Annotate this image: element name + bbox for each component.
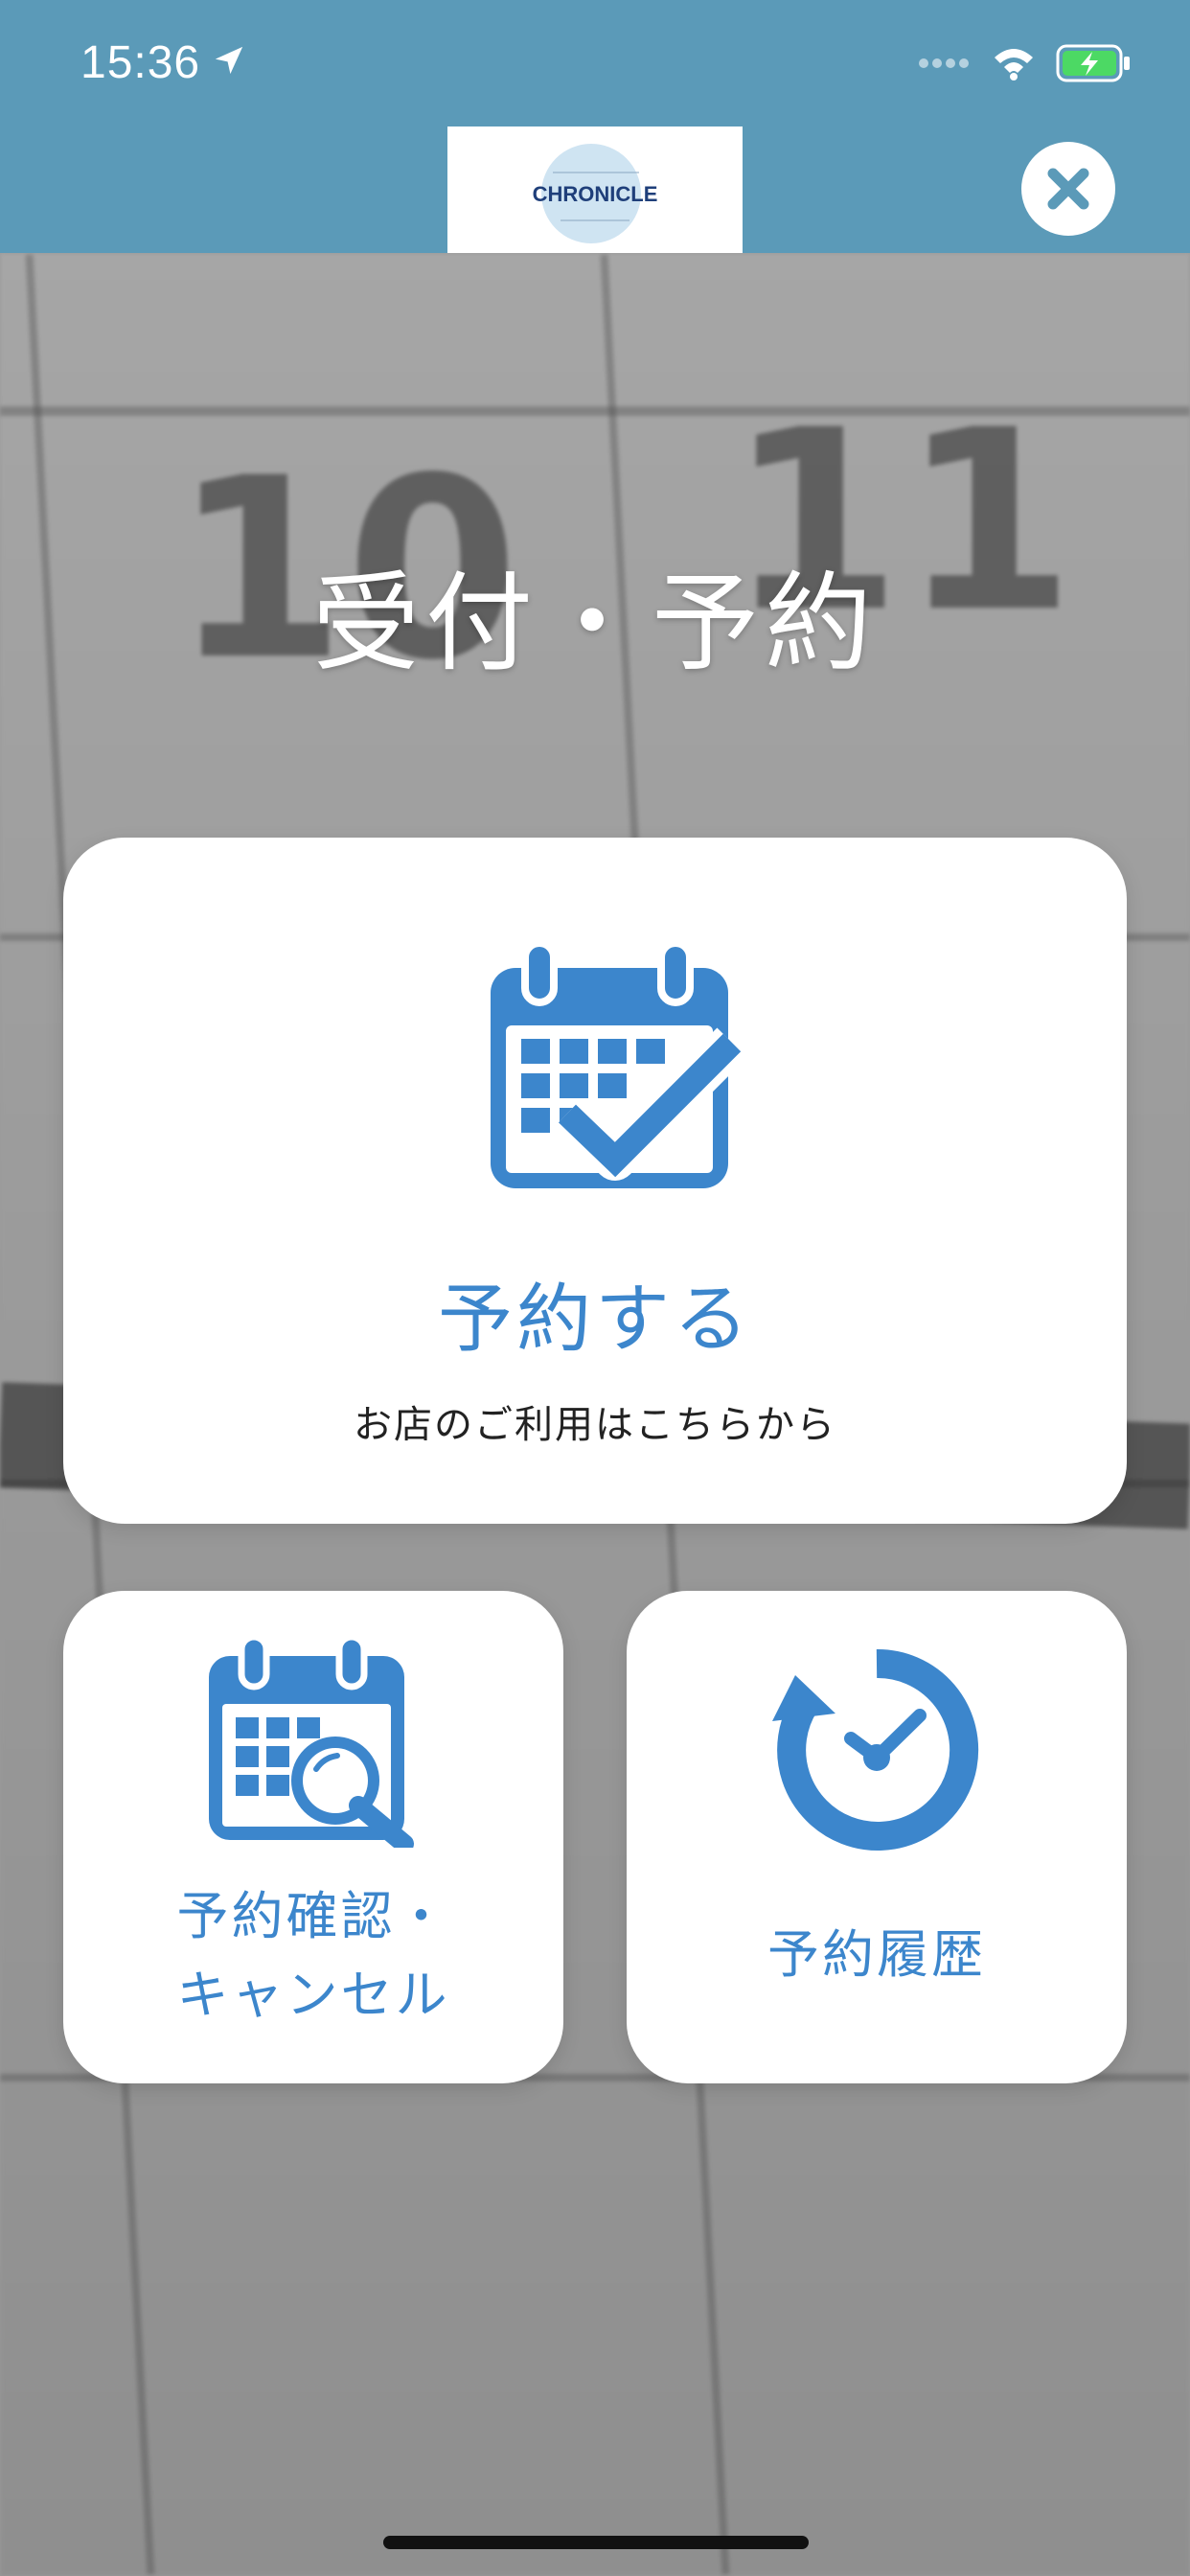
battery-charging-icon	[1056, 44, 1130, 82]
home-indicator[interactable]	[383, 2536, 809, 2549]
calendar-search-icon	[209, 1637, 414, 1848]
close-button[interactable]	[1021, 142, 1115, 236]
history-label: 予約履歴	[767, 1924, 986, 1985]
chronicle-logo: CHRONICLE	[447, 126, 743, 253]
page-title: 受付・予約	[312, 562, 878, 686]
reserve-title: 予約する	[437, 1276, 752, 1363]
logo-graphic: CHRONICLE	[533, 144, 658, 243]
signal-icon	[919, 58, 969, 68]
history-card[interactable]: 予約履歴	[627, 1591, 1127, 2083]
confirm-label-line2: キャンセル	[176, 1965, 450, 2025]
wifi-icon	[995, 49, 1033, 80]
close-icon	[1047, 168, 1089, 210]
logo-text: CHRONICLE	[533, 182, 658, 206]
reservation-screen: 10 11 8 9 15:36	[0, 0, 1190, 2576]
location-arrow-icon	[215, 46, 243, 75]
status-time: 15:36	[80, 37, 201, 88]
calendar-check-icon	[491, 943, 747, 1188]
reserve-subtitle: お店のご利用はこちらから	[354, 1403, 836, 1447]
reserve-card[interactable]: 予約する お店のご利用はこちらから	[63, 838, 1127, 1524]
status-indicators	[918, 38, 1133, 88]
header-bar: 15:36 CHRONICLE	[0, 0, 1190, 253]
history-clock-icon	[772, 1648, 979, 1851]
confirm-label-line1: 予約確認・	[176, 1886, 450, 1946]
confirm-cancel-card[interactable]: 予約確認・ キャンセル	[63, 1591, 563, 2083]
